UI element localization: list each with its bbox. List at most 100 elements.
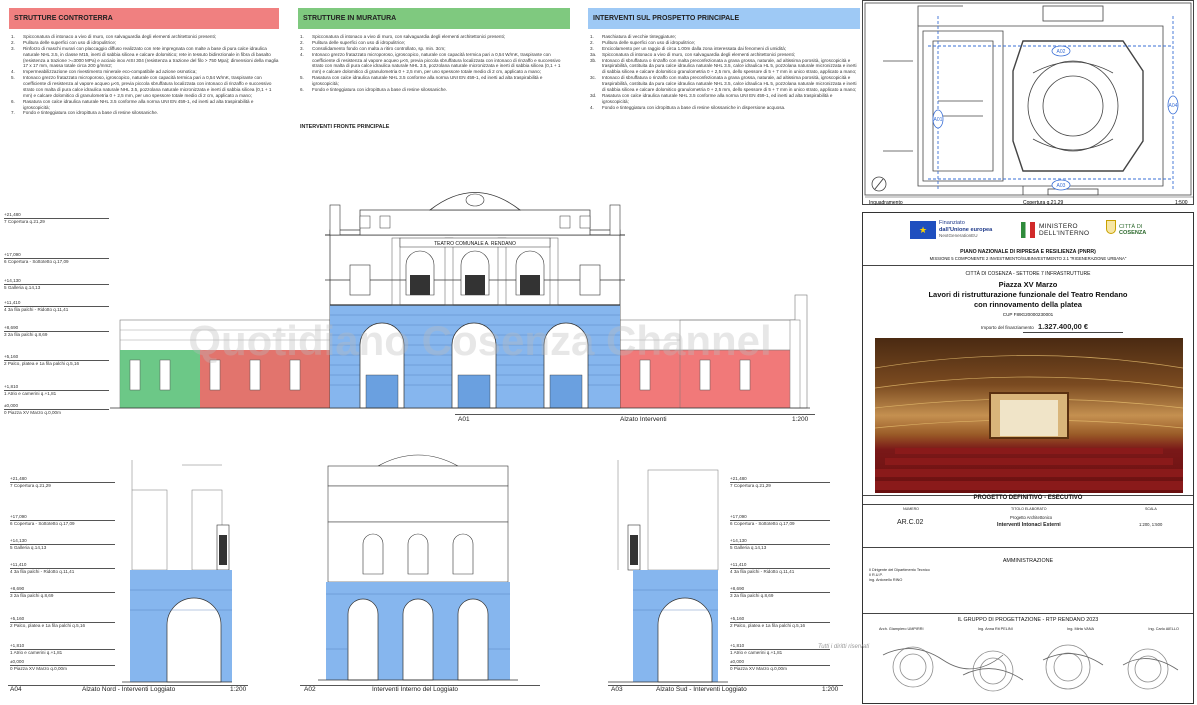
level-marker: +11,410 4 3a fila palchi - Ridotto q.11,4…	[730, 562, 830, 574]
note-item: 6. Fondo e tinteggiatura con idropittura …	[300, 87, 568, 93]
level-marker: +14,130 5 Galleria q.14,13	[730, 538, 830, 550]
signers: Arch. Giampiero UMPIRRI Ing. Anna Rit PE…	[879, 627, 1179, 631]
plan-title: Inquadramento	[869, 200, 903, 206]
level-label: 2 Palco, platea e 1a fila palchi q.5,16	[10, 622, 86, 628]
level-marker: +14,130 5 Galleria q.14,13	[4, 278, 109, 290]
a01-code: A01	[458, 416, 470, 423]
notes-controterra: 1. Spicconatura di intonaco a vivo di mur…	[11, 34, 281, 116]
stamp-1-icon	[892, 646, 934, 688]
elevation-a04	[122, 460, 232, 683]
note-item: 4. Fondo e tinteggiatura con idropittura …	[590, 105, 858, 111]
stamp-3-icon	[1045, 644, 1091, 690]
signer-2: Ing. Anna Rit PELINI	[977, 627, 1013, 631]
header-prospetto: INTERVENTI SUL PROSPETTO PRINCIPALE	[588, 8, 860, 29]
note-text: Intonaco di sbruffatura o rinzaffo con m…	[602, 57, 857, 75]
note-item: 3b. Intonaco di sbruffatura o rinzaffo co…	[590, 58, 858, 76]
importo: 1.327.400,00 €	[1038, 322, 1089, 331]
a02-code: A02	[304, 686, 316, 693]
note-number: 3c.	[590, 75, 597, 81]
plan-subtitle: Copertura q.21,29	[1023, 200, 1064, 206]
level-label: 7 Copertura q.21,29	[4, 218, 45, 224]
header-muratura: STRUTTURE IN MURATURA	[298, 8, 570, 29]
a04-scale: 1:200	[230, 686, 247, 693]
level-marker: +1,810 1 Atrio e camerini q.+1,81	[4, 384, 109, 396]
level-marker: +14,130 5 Galleria q.14,13	[10, 538, 115, 550]
rights-watermark: Tutti i diritti riservati	[818, 644, 870, 650]
a03-code: A03	[611, 686, 623, 693]
note-item: 4. Intonaco grezzo fratazzato microporoso…	[300, 52, 568, 76]
note-text: Intonaco grezzo fratazzato microporoso, …	[23, 75, 272, 98]
elevation-a02	[318, 454, 518, 681]
col-scala: SCALA	[1145, 507, 1157, 511]
note-text: Rasatura con calce idraulica naturale NH…	[312, 75, 543, 86]
level-label: 2 Palco, platea e 1a fila palchi q.5,16	[4, 360, 80, 366]
note-number: 5.	[11, 75, 15, 81]
level-label: 6 Copertura - Sottotetto q.17,09	[4, 258, 69, 264]
level-marker: ±0,000 0 Piazza XV Marzo q.0,00m	[4, 403, 109, 415]
level-marker: ±0,000 0 Piazza XV Marzo q.0,00m	[10, 659, 115, 671]
level-label: 1 Atrio e camerini q.+1,81	[10, 649, 63, 655]
marker-a02: A02	[1057, 49, 1066, 55]
admin3: ing. Antonello RINO	[869, 578, 903, 583]
note-text: Rinforzo di maschi murari con placcaggio…	[23, 45, 279, 69]
group: IL GRUPPO DI PROGETTAZIONE - RTP RENDANO…	[957, 617, 1099, 623]
elab-title: Interventi Intonaci Esterni	[997, 522, 1061, 528]
elab-type: Progetto Architettonico	[1010, 515, 1053, 520]
col-titolo: TITOLO ELABORATO	[1011, 507, 1047, 511]
work1: Lavori di ristrutturazione funzionale de…	[928, 290, 1128, 299]
note-item: 5. Intonaco grezzo fratazzato microporoso…	[11, 75, 281, 99]
stamp-2-icon	[972, 650, 1014, 692]
stamps	[882, 644, 1179, 692]
ministry1: MINISTERO	[1039, 223, 1078, 230]
theatre-render-image	[875, 338, 1183, 493]
level-marker: +8,690 3 2a fila palchi q.8,69	[730, 586, 830, 598]
importo-label: Importo del finanziamento	[981, 325, 1034, 330]
a04-title: Alzato Nord - Interventi Loggiato	[82, 686, 176, 693]
level-label: 4 3a fila palchi - Ridotto q.11,41	[10, 568, 75, 574]
level-label: 0 Piazza XV Marzo q.0,00m	[10, 665, 67, 671]
cup: CUP F89G20000230001	[1002, 312, 1054, 317]
elevation-a01: TEATRO COMUNALE A. RENDANO Quotidiano Co…	[110, 192, 810, 409]
note-number: 5.	[300, 75, 304, 81]
marker-a01: A01	[934, 117, 943, 123]
stamp-4-icon	[1127, 648, 1169, 690]
level-label: 1 Atrio e camerini q.+1,81	[730, 649, 783, 655]
subheader-fronte: INTERVENTI FRONTE PRINCIPALE	[300, 124, 390, 130]
note-text: Intonaco di sbruffatura o rinzaffo con m…	[602, 75, 857, 92]
note-item: 3. Rinforzo di maschi murari con placcagg…	[11, 46, 281, 70]
note-text: Intonaco grezzo fratazzato microporoso, …	[312, 51, 561, 75]
ministry2: DELL'INTERNO	[1039, 230, 1090, 238]
note-item: 3d. Rasatura con calce idraulica naturale…	[590, 93, 858, 105]
place: Piazza XV Marzo	[998, 280, 1058, 289]
eu-line2: dall'Unione europea	[939, 226, 993, 233]
plan-panel: A02 A01 A03 A04 Inquadramento Copertura …	[862, 0, 1194, 206]
note-item: 3c. Intonaco di sbruffatura o rinzaffo co…	[590, 75, 858, 93]
city2: COSENZA	[1119, 230, 1147, 237]
level-marker: +8,690 3 2a fila palchi q.8,69	[4, 325, 109, 337]
a01-scale: 1:200	[792, 416, 809, 423]
note-number: 3.	[11, 45, 15, 51]
mission: MISSIONE 5 COMPONENTE 2 INVESTIMENTO/SUB…	[929, 256, 1127, 261]
note-number: 4.	[590, 104, 594, 110]
note-text: Fondo e tinteggiatura con idropittura a …	[23, 110, 159, 116]
note-number: 3d.	[590, 92, 597, 98]
level-label: 3 2a fila palchi q.8,69	[4, 331, 48, 337]
level-marker: +1,810 1 Atrio e camerini q.+1,81	[730, 643, 830, 655]
a01-title: Alzato Interventi	[620, 416, 667, 423]
marker-a04: A04	[1169, 103, 1178, 109]
level-label: 0 Piazza XV Marzo q.0,00m	[4, 409, 61, 415]
eu-line3: NextGenerationEU	[939, 233, 978, 239]
level-label: 5 Galleria q.14,13	[10, 544, 47, 550]
watermark: Quotidiano Cosenza Channel	[188, 317, 771, 364]
level-marker: +8,690 3 2a fila palchi q.8,69	[10, 586, 115, 598]
pnrr: PIANO NAZIONALE DI RIPRESA E RESILIENZA …	[960, 249, 1096, 255]
admin: AMMINISTRAZIONE	[1002, 558, 1054, 564]
plan-scale: 1:500	[1175, 200, 1188, 206]
level-marker: ±0,000 0 Piazza XV Marzo q.0,00m	[730, 659, 830, 671]
note-text: Fondo e tinteggiatura con idropittura a …	[312, 86, 448, 92]
a03-scale: 1:200	[822, 686, 839, 693]
eu-line1: Finanziato	[939, 220, 965, 226]
level-marker: +5,160 2 Palco, platea e 1a fila palchi q…	[730, 616, 830, 628]
level-marker: +17,090 6 Copertura - Sottotetto q.17,09	[4, 252, 109, 264]
note-number: 6.	[11, 98, 15, 104]
